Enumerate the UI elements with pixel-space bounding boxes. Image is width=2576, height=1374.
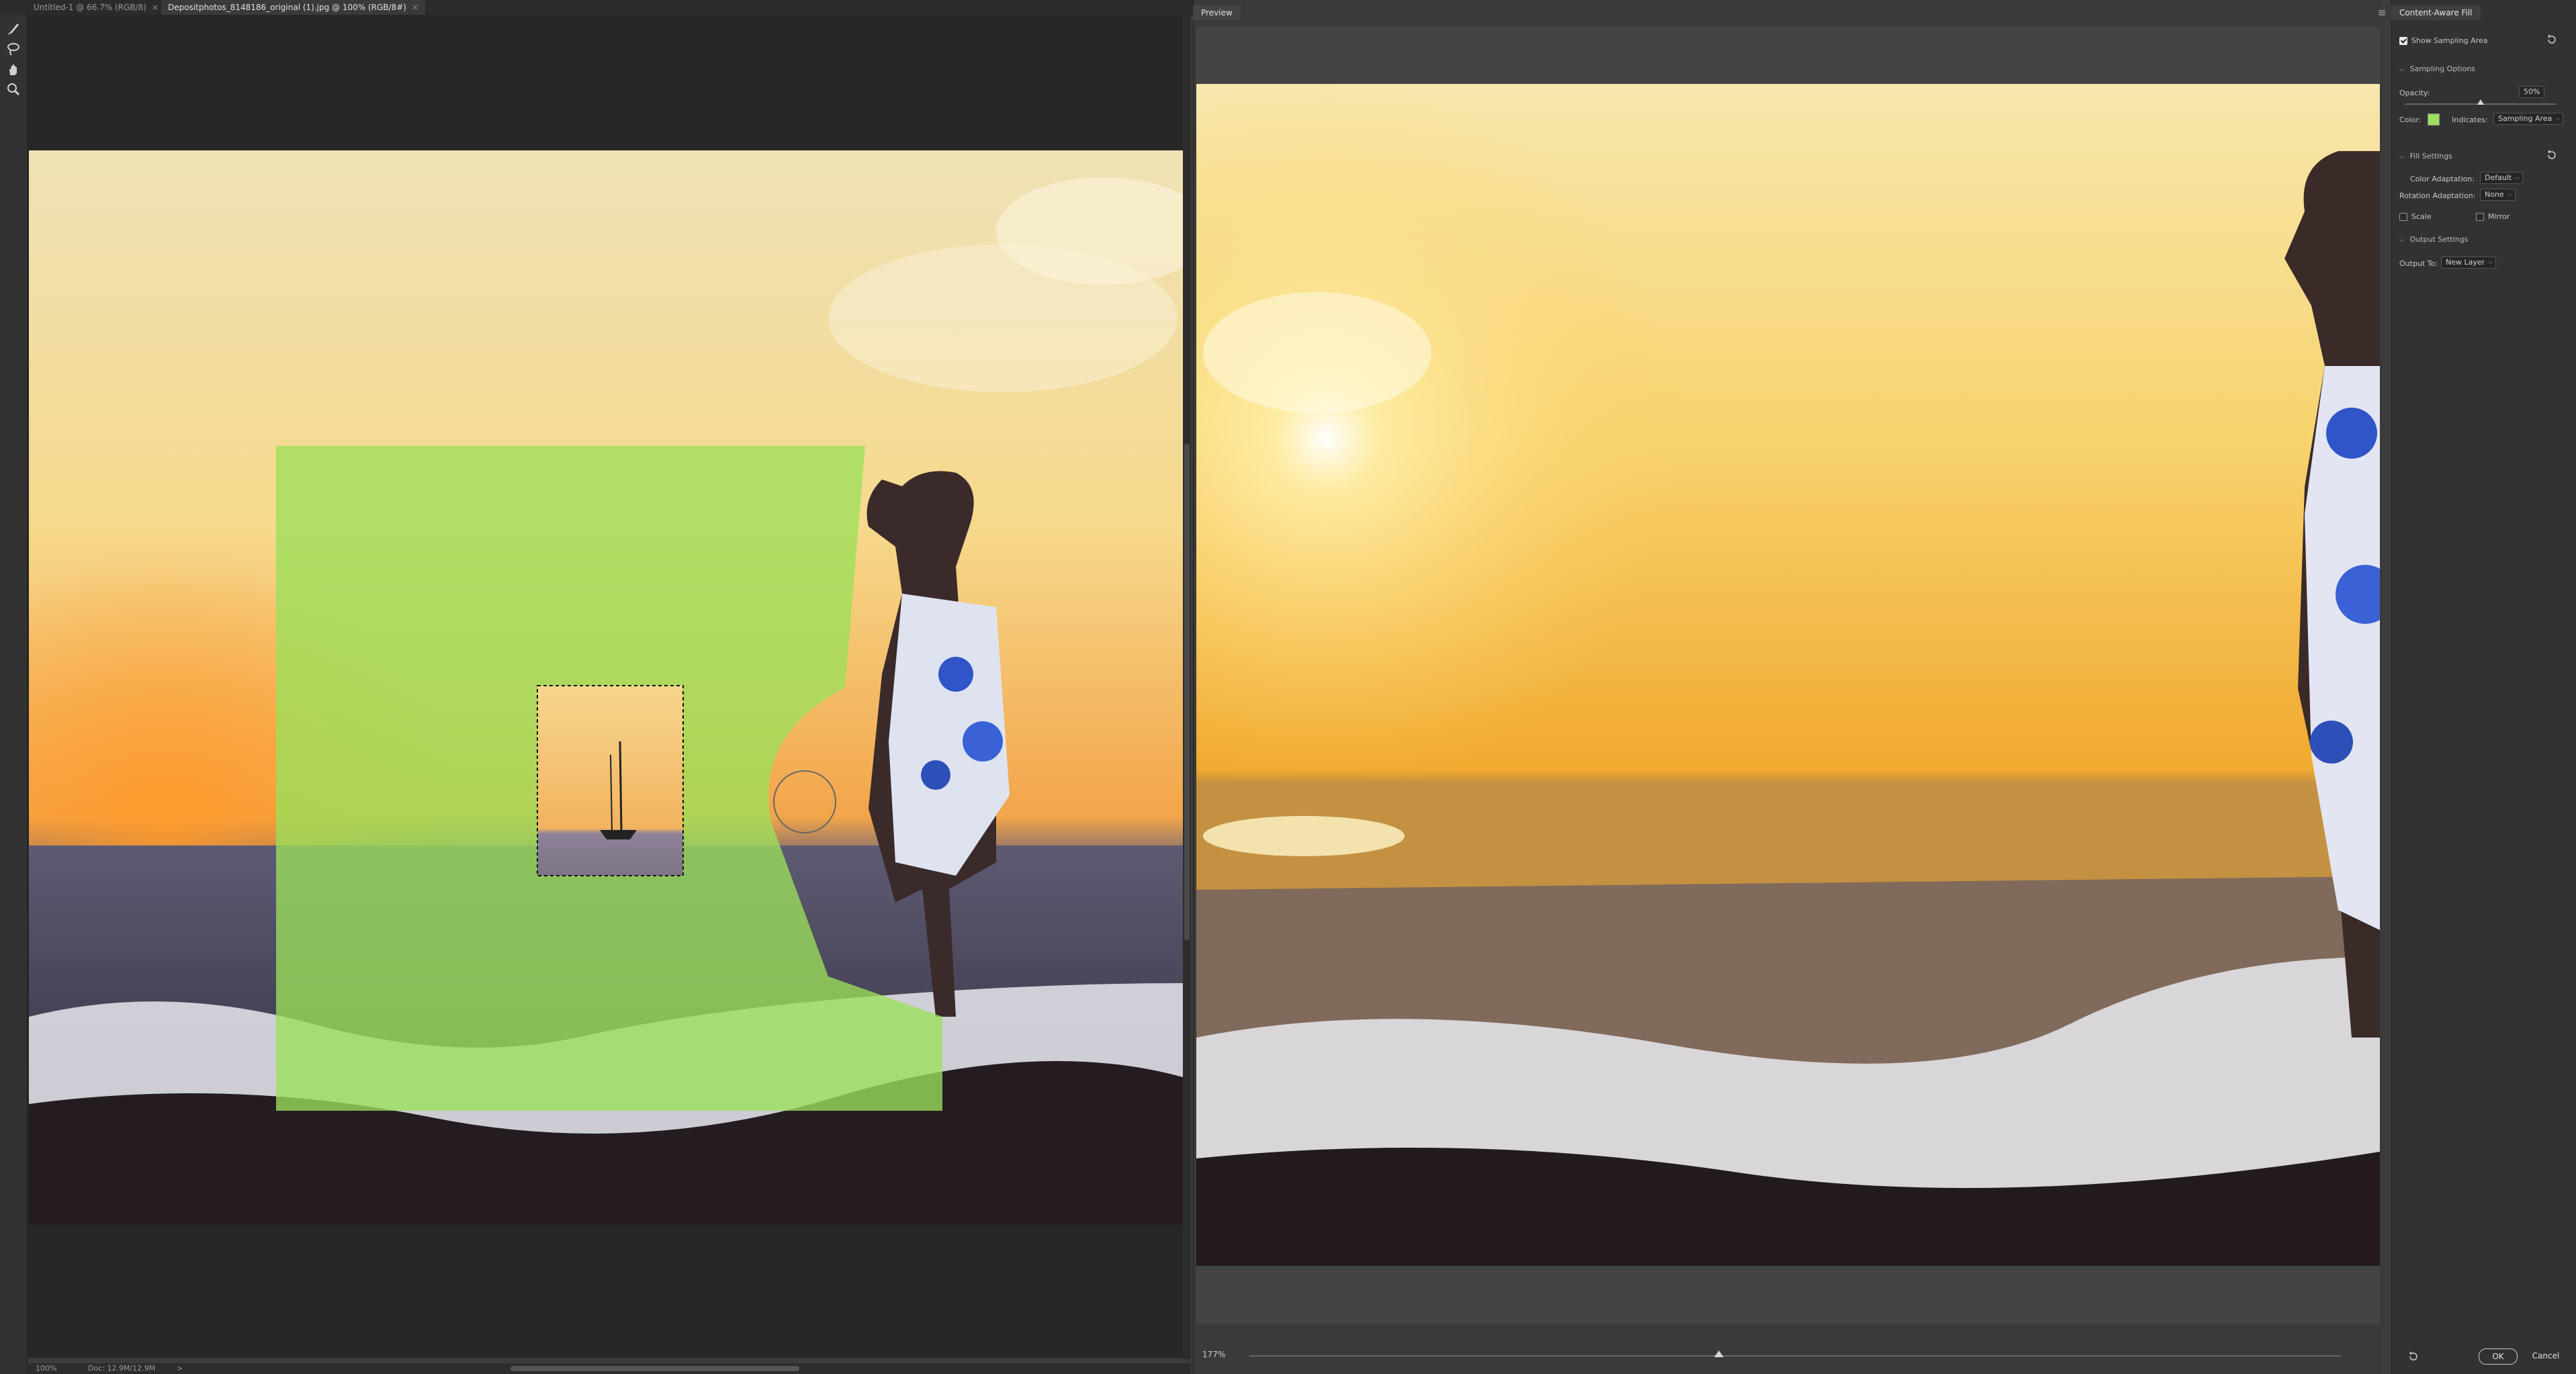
chevron-down-icon: ⌵ — [2399, 153, 2405, 161]
color-label: Color: — [2399, 116, 2422, 124]
content-aware-fill-panel — [2391, 0, 2576, 1374]
status-arrow-icon[interactable]: > — [177, 1364, 183, 1373]
opacity-field[interactable]: 50% — [2519, 86, 2545, 98]
indicates-value: Sampling Area — [2498, 114, 2552, 123]
zoom-level[interactable]: 100% — [36, 1364, 56, 1373]
indicates-label: Indicates: — [2452, 116, 2488, 124]
output-to-dropdown[interactable]: New Layer ⌵ — [2441, 257, 2497, 269]
horizontal-scroll-thumb[interactable] — [510, 1366, 799, 1371]
show-sampling-area-label: Show Sampling Area — [2411, 36, 2488, 45]
tab-preview[interactable]: Preview — [1193, 5, 1241, 20]
preview-zoom-slider[interactable] — [1249, 1355, 2341, 1357]
tab-untitled[interactable]: Untitled-1 @ 66.7% (RGB/8) × — [27, 0, 165, 15]
scale-option[interactable]: Scale — [2399, 212, 2432, 221]
tab-label: Depositphotos_8148186_original (1).jpg @… — [168, 3, 406, 12]
chevron-down-icon: ⌵ — [2488, 259, 2493, 266]
output-to-value: New Layer — [2446, 258, 2485, 267]
color-swatch[interactable] — [2428, 113, 2440, 126]
sampling-brush-icon[interactable] — [5, 20, 22, 38]
scale-checkbox[interactable] — [2399, 213, 2407, 221]
chevron-down-icon: ⌵ — [2399, 66, 2405, 73]
scale-label: Scale — [2411, 212, 2432, 221]
cancel-button[interactable]: Cancel — [2526, 1348, 2566, 1363]
show-sampling-area-option[interactable]: Show Sampling Area — [2399, 36, 2487, 45]
zoom-icon[interactable] — [5, 81, 22, 98]
doc-size: Doc: 12.9M/12.9M — [88, 1364, 156, 1373]
tab-depositphotos[interactable]: Depositphotos_8148186_original (1).jpg @… — [161, 0, 426, 15]
rotation-adaptation-label: Rotation Adaptation: — [2399, 191, 2476, 200]
color-adaptation-label: Color Adaptation: — [2410, 175, 2475, 183]
output-to-label: Output To: — [2399, 259, 2438, 268]
output-settings-header[interactable]: ⌵ Output Settings — [2399, 235, 2468, 244]
lasso-icon[interactable] — [5, 40, 22, 58]
panel-menu-icon[interactable] — [2378, 9, 2386, 16]
color-adaptation-dropdown[interactable]: Default ⌵ — [2480, 172, 2524, 184]
document-image[interactable] — [29, 150, 1183, 1225]
reset-icon[interactable] — [2546, 34, 2558, 46]
opacity-label: Opacity: — [2399, 89, 2430, 97]
reset-icon[interactable] — [2546, 149, 2558, 161]
fill-settings-header[interactable]: ⌵ Fill Settings — [2399, 152, 2452, 161]
mirror-label: Mirror — [2488, 212, 2510, 221]
hand-icon[interactable] — [5, 60, 22, 78]
reset-all-icon[interactable] — [2407, 1350, 2419, 1363]
mirror-checkbox[interactable] — [2476, 213, 2484, 221]
output-settings-label: Output Settings — [2409, 235, 2469, 244]
tool-strip — [0, 15, 28, 1374]
vertical-scroll-thumb[interactable] — [1184, 443, 1190, 940]
chevron-down-icon: ⌵ — [2399, 236, 2405, 244]
preview-zoom-slider-handle[interactable] — [1714, 1350, 1724, 1357]
preview-image[interactable] — [1196, 84, 2380, 1266]
indicates-dropdown[interactable]: Sampling Area ⌵ — [2493, 113, 2564, 125]
sampling-options-header[interactable]: ⌵ Sampling Options — [2399, 64, 2475, 73]
sampling-options-label: Sampling Options — [2409, 64, 2476, 73]
opacity-slider[interactable] — [2405, 99, 2556, 105]
chevron-down-icon: ⌵ — [2507, 191, 2512, 198]
tab-label: Untitled-1 @ 66.7% (RGB/8) — [34, 3, 146, 12]
close-icon[interactable]: × — [152, 3, 159, 12]
ok-button[interactable]: OK — [2479, 1348, 2518, 1365]
opacity-slider-handle[interactable] — [2477, 99, 2484, 105]
fill-settings-label: Fill Settings — [2409, 152, 2452, 161]
color-adaptation-value: Default — [2485, 173, 2512, 182]
rotation-adaptation-dropdown[interactable]: None ⌵ — [2480, 189, 2516, 201]
rotation-adaptation-value: None — [2485, 190, 2504, 199]
preview-zoom-level[interactable]: 177% — [1202, 1350, 1225, 1359]
chevron-down-icon: ⌵ — [2555, 116, 2561, 122]
show-sampling-area-checkbox[interactable] — [2399, 37, 2407, 45]
mirror-option[interactable]: Mirror — [2476, 212, 2510, 221]
close-icon[interactable]: × — [412, 3, 418, 12]
panel-title[interactable]: Content-Aware Fill — [2391, 5, 2481, 20]
chevron-down-icon: ⌵ — [2515, 175, 2520, 181]
